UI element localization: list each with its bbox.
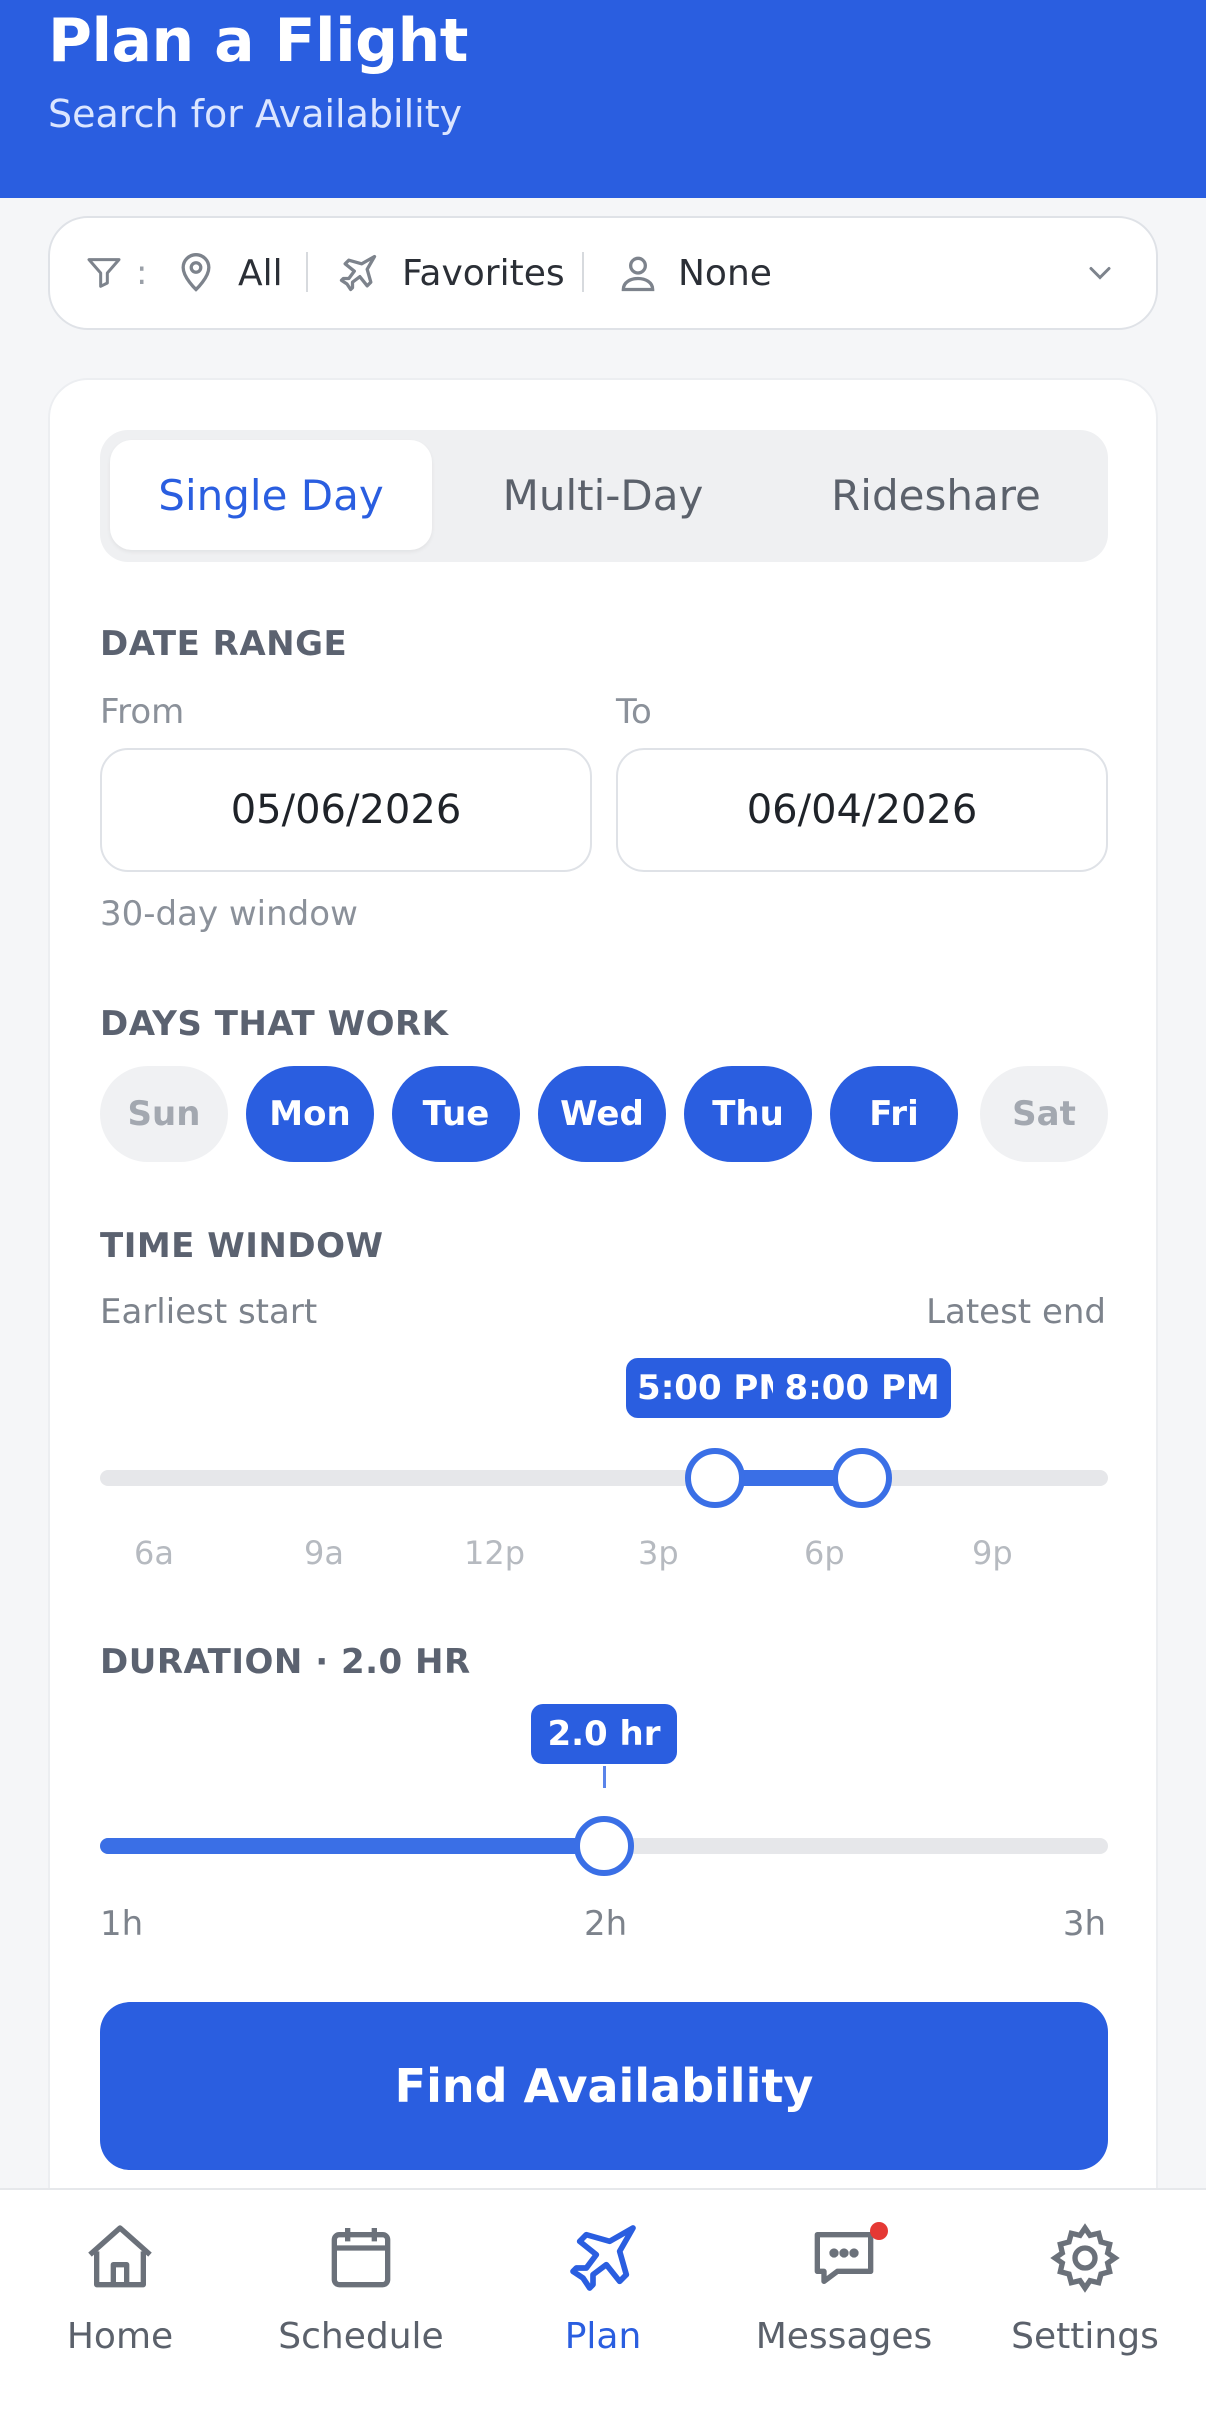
tab-home[interactable]: Home — [10, 2218, 230, 2418]
calendar-icon — [321, 2218, 401, 2298]
time-tick: 3p — [638, 1534, 679, 1572]
to-date-field[interactable]: 06/04/2026 — [616, 748, 1108, 872]
tab-multi-day[interactable]: Multi-Day — [442, 440, 764, 550]
day-chip-thu[interactable]: Thu — [684, 1066, 812, 1162]
to-label: To — [616, 692, 652, 732]
plane-icon — [336, 218, 380, 328]
earliest-start-label: Earliest start — [100, 1292, 318, 1332]
tab-label: Settings — [1011, 2316, 1159, 2357]
tab-schedule[interactable]: Schedule — [251, 2218, 471, 2418]
days-label: DAYS THAT WORK — [100, 1004, 449, 1044]
day-chip-mon[interactable]: Mon — [246, 1066, 374, 1162]
app-header: Plan a Flight Search for Availability — [0, 0, 1206, 198]
find-availability-button[interactable]: Find Availability — [100, 2002, 1108, 2170]
end-time-handle[interactable] — [832, 1448, 893, 1508]
time-tick: 6a — [134, 1534, 174, 1572]
day-chip-wed[interactable]: Wed — [538, 1066, 666, 1162]
time-window-label: TIME WINDOW — [100, 1226, 384, 1266]
filter-bar[interactable]: : All Favorites None — [48, 216, 1158, 330]
duration-bubble: 2.0 hr — [531, 1704, 677, 1764]
tab-label: Plan — [564, 2316, 642, 2357]
duration-handle[interactable] — [574, 1816, 634, 1876]
duration-pointer — [603, 1766, 606, 1788]
tab-settings[interactable]: Settings — [975, 2218, 1195, 2418]
filter-colon: : — [136, 253, 148, 293]
time-tick: 12p — [464, 1534, 526, 1572]
tab-plan[interactable]: Plan — [493, 2218, 713, 2418]
duration-label: DURATION · 2.0 HR — [100, 1642, 471, 1682]
location-pin-icon — [174, 218, 218, 328]
time-tick: 9a — [304, 1534, 344, 1572]
gear-icon — [1045, 2218, 1125, 2298]
plan-card: Single Day Multi-Day Rideshare DATE RANG… — [48, 378, 1158, 2378]
tab-label: Schedule — [278, 2316, 444, 2357]
filter-divider — [306, 252, 308, 292]
day-chip-sun[interactable]: Sun — [100, 1066, 228, 1162]
unread-badge — [870, 2222, 888, 2240]
filter-aircraft[interactable]: Favorites — [402, 253, 565, 294]
chevron-down-icon[interactable] — [1082, 218, 1118, 328]
page-subtitle: Search for Availability — [48, 92, 463, 136]
duration-max-label: 3h — [1062, 1904, 1106, 1944]
from-date-field[interactable]: 05/06/2026 — [100, 748, 592, 872]
duration-fill — [100, 1838, 604, 1854]
day-chip-sat[interactable]: Sat — [980, 1066, 1108, 1162]
day-chip-tue[interactable]: Tue — [392, 1066, 520, 1162]
start-time-handle[interactable] — [684, 1448, 745, 1508]
tab-label: Messages — [755, 2316, 933, 2357]
bottom-tab-bar: Home Schedule Plan Messages Settings — [0, 2188, 1206, 2436]
latest-end-label: Latest end — [926, 1292, 1106, 1332]
home-icon — [80, 2218, 160, 2298]
time-window-track[interactable] — [100, 1470, 1108, 1486]
tab-rideshare[interactable]: Rideshare — [774, 440, 1098, 550]
page-title: Plan a Flight — [48, 6, 468, 76]
plane-icon — [563, 2218, 643, 2298]
tab-single-day[interactable]: Single Day — [110, 440, 432, 550]
filter-divider — [582, 252, 584, 292]
duration-mid-label: 2h — [584, 1904, 628, 1944]
filter-location[interactable]: All — [238, 253, 283, 294]
tab-messages[interactable]: Messages — [734, 2218, 954, 2418]
day-chip-fri[interactable]: Fri — [830, 1066, 958, 1162]
from-label: From — [100, 692, 185, 732]
person-icon — [616, 218, 660, 328]
date-range-label: DATE RANGE — [100, 624, 348, 664]
filter-icon — [84, 218, 124, 328]
filter-person[interactable]: None — [678, 253, 772, 294]
date-window-note: 30-day window — [100, 894, 358, 934]
duration-min-label: 1h — [100, 1904, 144, 1944]
tab-label: Home — [66, 2316, 174, 2357]
time-tick: 9p — [972, 1534, 1013, 1572]
mode-segmented-control: Single Day Multi-Day Rideshare — [100, 430, 1108, 562]
end-time-bubble: 8:00 PM — [773, 1358, 952, 1418]
time-tick: 6p — [804, 1534, 845, 1572]
